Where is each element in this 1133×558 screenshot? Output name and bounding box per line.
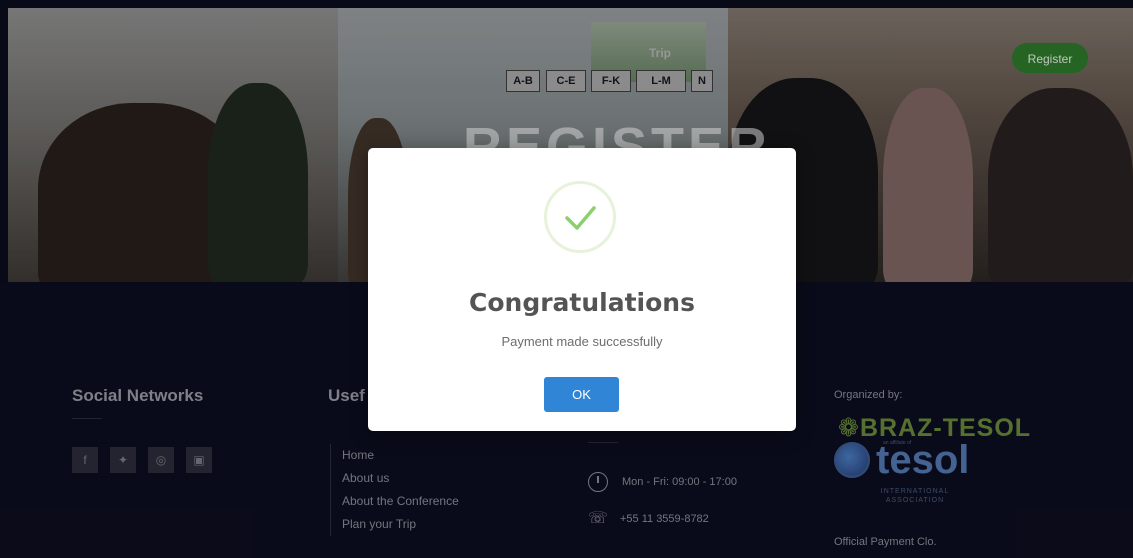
ok-button[interactable]: OK	[544, 377, 619, 412]
success-check-icon	[544, 181, 616, 253]
modal-message: Payment made successfully	[501, 334, 663, 349]
modal-title: Congratulations	[469, 288, 695, 317]
success-modal: Congratulations Payment made successfull…	[368, 148, 796, 431]
